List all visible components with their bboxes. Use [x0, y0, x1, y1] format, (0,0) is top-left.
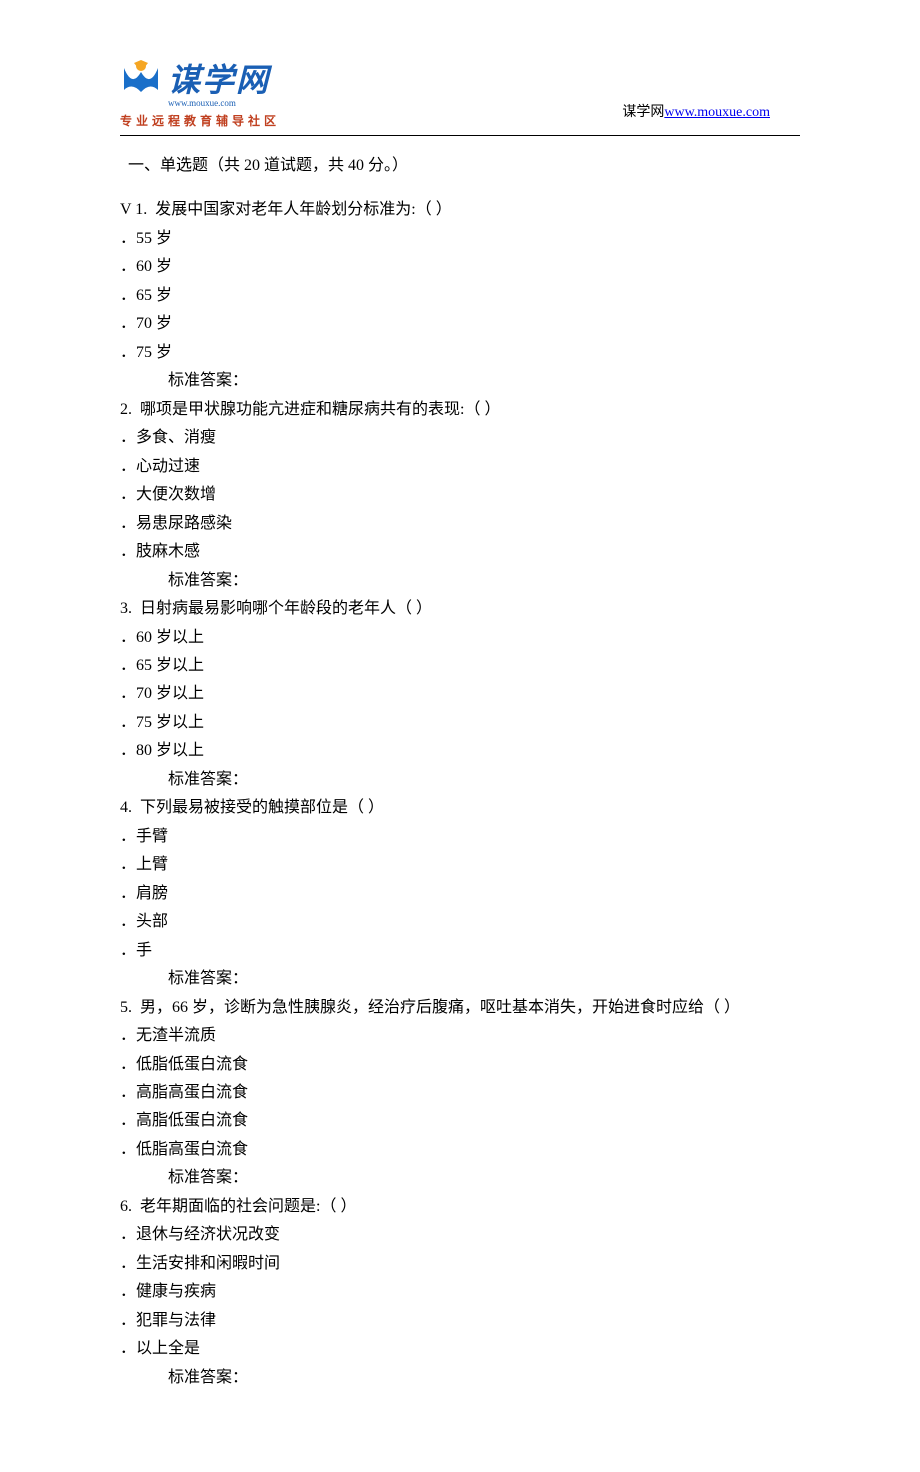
- option: ．大便次数增: [120, 481, 800, 509]
- option: ．生活安排和闲暇时间: [120, 1250, 800, 1278]
- q-text: 哪项是甲状腺功能亢进症和糖尿病共有的表现:（ ）: [140, 401, 500, 418]
- option: ．高脂低蛋白流食: [120, 1107, 800, 1135]
- answer-label: 标准答案：: [120, 567, 800, 595]
- logo-block: 谋学网 www.mouxue.com 专业远程教育辅导社区: [120, 60, 280, 129]
- header-right-label: 谋学网: [622, 105, 664, 120]
- question-stem: V 1. 发展中国家对老年人年龄划分标准为:（ ）: [120, 196, 800, 224]
- q-prefix: 2.: [120, 401, 132, 418]
- logo-url-small: www.mouxue.com: [168, 98, 236, 108]
- header-right: 谋学网www.mouxue.com: [622, 101, 800, 129]
- option: ．无渣半流质: [120, 1022, 800, 1050]
- option: ．65 岁以上: [120, 652, 800, 680]
- content: 一、单选题（共 20 道试题，共 40 分。） V 1. 发展中国家对老年人年龄…: [120, 152, 800, 1392]
- option: ．低脂低蛋白流食: [120, 1051, 800, 1079]
- q-prefix: 3.: [120, 600, 132, 617]
- answer-label: 标准答案：: [120, 965, 800, 993]
- q-prefix: 5.: [120, 999, 132, 1016]
- option: ．低脂高蛋白流食: [120, 1136, 800, 1164]
- q-text: 发展中国家对老年人年龄划分标准为:（ ）: [155, 201, 451, 218]
- option: ．易患尿路感染: [120, 510, 800, 538]
- option: ．犯罪与法律: [120, 1307, 800, 1335]
- option: ．75 岁以上: [120, 709, 800, 737]
- answer-label: 标准答案：: [120, 1164, 800, 1192]
- option: ．70 岁以上: [120, 680, 800, 708]
- option: ．高脂高蛋白流食: [120, 1079, 800, 1107]
- option: ．80 岁以上: [120, 737, 800, 765]
- option: ．多食、消瘦: [120, 424, 800, 452]
- option: ．上臂: [120, 851, 800, 879]
- option: ．60 岁以上: [120, 624, 800, 652]
- option: ．70 岁: [120, 310, 800, 338]
- option: ．肩膀: [120, 880, 800, 908]
- question-stem: 6. 老年期面临的社会问题是:（ ）: [120, 1193, 800, 1221]
- answer-label: 标准答案：: [120, 1364, 800, 1392]
- q-prefix: V 1.: [120, 201, 147, 218]
- header-divider: [120, 135, 800, 136]
- option: ．心动过速: [120, 453, 800, 481]
- question-stem: 5. 男，66 岁，诊断为急性胰腺炎，经治疗后腹痛，呕吐基本消失，开始进食时应给…: [120, 994, 800, 1022]
- question-stem: 4. 下列最易被接受的触摸部位是（ ）: [120, 794, 800, 822]
- option: ．55 岁: [120, 225, 800, 253]
- answer-label: 标准答案：: [120, 766, 800, 794]
- logo-text: 谋学网: [168, 64, 270, 96]
- option: ．65 岁: [120, 282, 800, 310]
- option: ．手臂: [120, 823, 800, 851]
- logo-top-row: 谋学网: [120, 60, 270, 100]
- header-link[interactable]: www.mouxue.com: [664, 105, 770, 120]
- logo-tagline: 专业远程教育辅导社区: [120, 112, 280, 129]
- option: ．健康与疾病: [120, 1278, 800, 1306]
- option: ．手: [120, 937, 800, 965]
- option: ．75 岁: [120, 339, 800, 367]
- option: ．头部: [120, 908, 800, 936]
- q-text: 老年期面临的社会问题是:（ ）: [140, 1198, 356, 1215]
- q-prefix: 6.: [120, 1198, 132, 1215]
- page-header: 谋学网 www.mouxue.com 专业远程教育辅导社区 谋学网www.mou…: [120, 60, 800, 129]
- page-root: 谋学网 www.mouxue.com 专业远程教育辅导社区 谋学网www.mou…: [0, 0, 920, 1472]
- option: ．肢麻木感: [120, 538, 800, 566]
- section-title: 一、单选题（共 20 道试题，共 40 分。）: [120, 152, 800, 180]
- question-stem: 3. 日射病最易影响哪个年龄段的老年人（ ）: [120, 595, 800, 623]
- option: ．退休与经济状况改变: [120, 1221, 800, 1249]
- option: ．60 岁: [120, 253, 800, 281]
- q-text: 男，66 岁，诊断为急性胰腺炎，经治疗后腹痛，呕吐基本消失，开始进食时应给（ ）: [140, 999, 740, 1016]
- answer-label: 标准答案：: [120, 367, 800, 395]
- q-text: 下列最易被接受的触摸部位是（ ）: [140, 799, 384, 816]
- question-stem: 2. 哪项是甲状腺功能亢进症和糖尿病共有的表现:（ ）: [120, 396, 800, 424]
- option: ．以上全是: [120, 1335, 800, 1363]
- q-prefix: 4.: [120, 799, 132, 816]
- q-text: 日射病最易影响哪个年龄段的老年人（ ）: [140, 600, 432, 617]
- logo-icon: [120, 60, 162, 100]
